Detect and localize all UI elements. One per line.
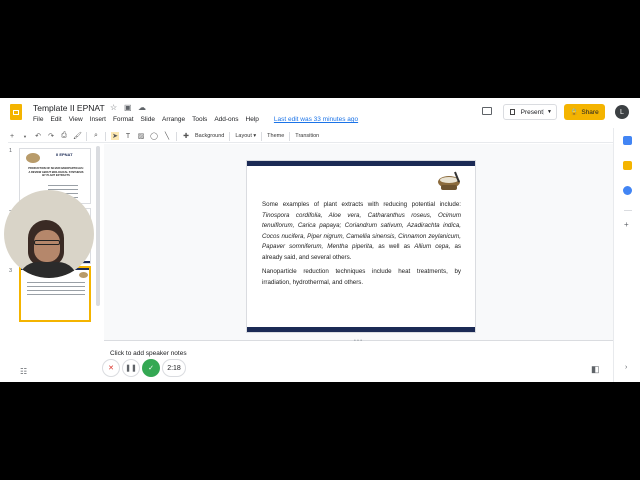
glasses-icon xyxy=(34,240,60,245)
paragraph-techniques: Nanoparticle reduction techniques includ… xyxy=(262,268,461,286)
present-icon xyxy=(510,109,515,115)
star-icon[interactable]: ☆ xyxy=(110,103,117,112)
mortar-thumb-icon xyxy=(26,153,40,163)
menu-format[interactable]: Format xyxy=(113,116,134,123)
menu-tools[interactable]: Tools xyxy=(192,116,207,123)
chevron-right-icon[interactable]: › xyxy=(625,364,627,371)
menu-view[interactable]: View xyxy=(69,116,83,123)
text-run: as well as xyxy=(374,243,415,250)
divider xyxy=(105,131,106,141)
image-icon[interactable]: ▨ xyxy=(137,132,145,140)
divider xyxy=(624,210,632,211)
last-edit-link[interactable]: Last edit was 33 minutes ago xyxy=(274,116,358,123)
thumb-title: II EPNAT xyxy=(56,152,73,157)
divider xyxy=(289,131,291,141)
filmstrip-scrollbar[interactable] xyxy=(96,146,100,306)
undo-icon[interactable]: ↶ xyxy=(34,132,42,140)
divider xyxy=(229,131,231,141)
move-folder-icon[interactable]: ▣ xyxy=(124,103,132,112)
menu-help[interactable]: Help xyxy=(246,116,259,123)
print-icon[interactable]: ⎙ xyxy=(60,132,68,140)
divider xyxy=(176,131,177,141)
speaker-notes-input[interactable]: Click to add speaker notes xyxy=(110,350,187,357)
add-addon-icon[interactable]: + xyxy=(624,220,629,229)
menu-insert[interactable]: Insert xyxy=(90,116,106,123)
thumb-text-line xyxy=(27,290,85,291)
divider xyxy=(261,131,263,141)
slide-body-text[interactable]: Some examples of plant extracts with red… xyxy=(262,200,461,292)
doc-title[interactable]: Template II EPNAT xyxy=(33,103,105,113)
keep-icon[interactable] xyxy=(623,161,632,170)
add-comment-icon[interactable]: ✚ xyxy=(182,132,190,140)
paragraph-plant-extracts: Some examples of plant extracts with red… xyxy=(262,200,461,263)
calendar-icon[interactable] xyxy=(623,136,632,145)
chevron-down-icon[interactable]: ▼ xyxy=(21,134,29,139)
new-slide-icon[interactable]: + xyxy=(8,133,16,140)
line-icon[interactable]: ╲ xyxy=(163,132,171,140)
layout-button[interactable]: Layout ▾ xyxy=(235,133,256,139)
slide-top-band xyxy=(247,161,475,166)
grid-view-icon[interactable]: ☷ xyxy=(20,367,27,376)
current-slide[interactable]: Some examples of plant extracts with red… xyxy=(246,160,476,333)
chevron-down-icon[interactable]: ▼ xyxy=(543,109,552,115)
webcam-bubble[interactable] xyxy=(4,190,94,278)
thumb-text-line xyxy=(27,286,85,287)
present-button[interactable]: Present ▼ xyxy=(503,104,557,120)
divider xyxy=(86,131,87,141)
present-label: Present xyxy=(520,108,544,116)
slide-bottom-band xyxy=(247,327,475,332)
menu-file[interactable]: File xyxy=(33,116,43,123)
toolbar: + ▼ ↶ ↷ ⎙ 🖌 ⌕ ➤ T ▨ ◯ ╲ ✚ Background Lay… xyxy=(8,130,613,143)
comment-history-icon[interactable] xyxy=(482,107,492,115)
paint-format-icon[interactable]: 🖌 xyxy=(73,132,82,140)
discard-recording-button[interactable]: ✕ xyxy=(102,359,120,377)
redo-icon[interactable]: ↷ xyxy=(47,132,55,140)
finish-recording-button[interactable]: ✓ xyxy=(142,359,160,377)
thumb-text-line xyxy=(48,185,78,186)
background-button[interactable]: Background xyxy=(195,133,224,139)
thumb-text-line xyxy=(27,282,85,283)
notes-resize-handle[interactable]: • • • xyxy=(354,338,362,344)
menu-addons[interactable]: Add-ons xyxy=(214,116,238,123)
mortar-pestle-icon xyxy=(438,171,460,190)
thumb-line: PRODUCTION OF SILVER NANOPARTICLES: xyxy=(28,167,84,170)
right-side-panel: + › xyxy=(613,128,640,382)
slide-number: 1 xyxy=(9,148,13,154)
lock-icon: 🔒 xyxy=(570,109,579,116)
text-run-italic: Allium cepa, xyxy=(414,243,451,250)
pause-recording-button[interactable]: ❚❚ xyxy=(122,359,140,377)
text-run: Some examples of plant extracts with red… xyxy=(262,201,461,208)
avatar[interactable]: L xyxy=(615,105,629,119)
cloud-status-icon: ☁ xyxy=(138,103,146,112)
share-button[interactable]: 🔒 Share xyxy=(564,104,605,120)
menu-arrange[interactable]: Arrange xyxy=(162,116,185,123)
mortar-thumb-icon xyxy=(79,272,88,278)
top-bar: Template II EPNAT ☆ ▣ ☁ File Edit View I… xyxy=(0,98,640,128)
select-cursor-icon[interactable]: ➤ xyxy=(111,132,119,140)
share-label: Share xyxy=(581,108,599,116)
explore-icon[interactable]: ◧ xyxy=(591,364,600,375)
person-shirt xyxy=(18,262,78,278)
menu-slide[interactable]: Slide xyxy=(141,116,155,123)
thumb-text-line xyxy=(27,294,85,295)
shape-icon[interactable]: ◯ xyxy=(150,132,158,140)
transition-button[interactable]: Transition xyxy=(295,133,319,139)
menu-bar: File Edit View Insert Format Slide Arran… xyxy=(33,116,358,123)
tasks-icon[interactable] xyxy=(623,186,632,195)
thumb-line: BY PLANT EXTRACTS xyxy=(42,174,70,177)
slides-logo-icon[interactable] xyxy=(10,104,22,120)
menu-edit[interactable]: Edit xyxy=(50,116,61,123)
recording-timer: 2:18 xyxy=(162,359,186,377)
person-face xyxy=(34,230,60,262)
theme-button[interactable]: Theme xyxy=(267,133,284,139)
thumb-subtitle: PRODUCTION OF SILVER NANOPARTICLES: A RE… xyxy=(24,167,88,178)
text-box-icon[interactable]: T xyxy=(124,133,132,140)
zoom-icon[interactable]: ⌕ xyxy=(92,132,100,140)
slide-number: 3 xyxy=(9,268,13,274)
